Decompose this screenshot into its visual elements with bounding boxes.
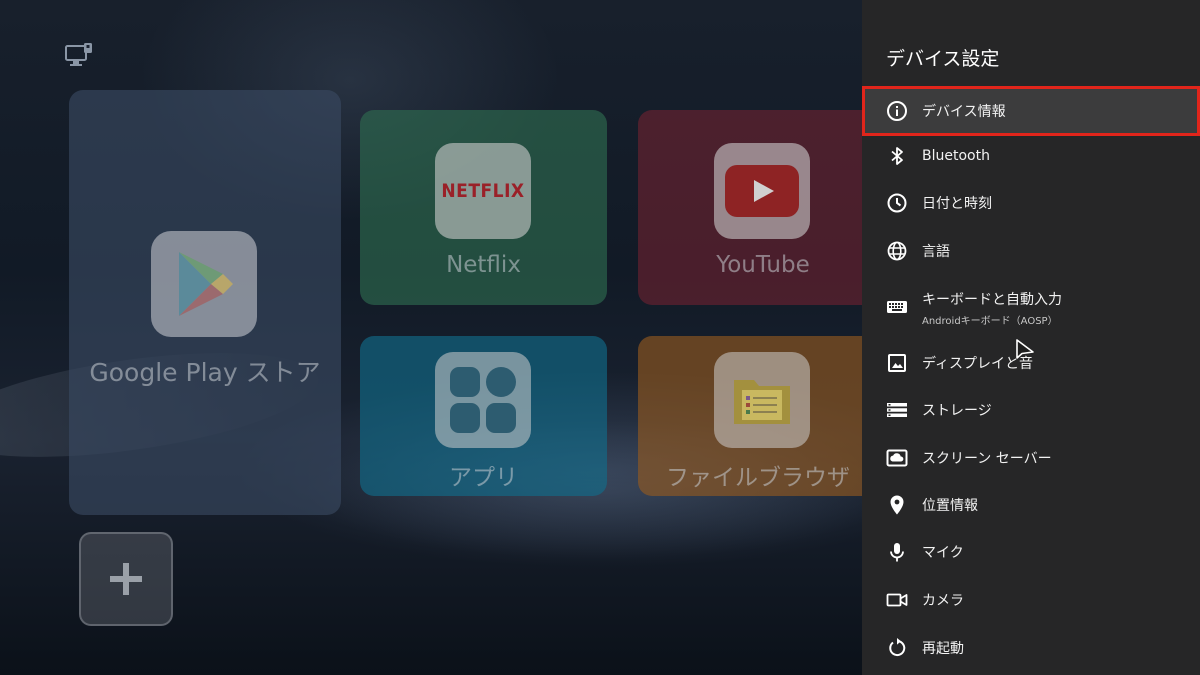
apps-label: アプリ bbox=[449, 465, 518, 491]
storage-icon bbox=[887, 403, 907, 417]
google-play-tile[interactable]: Google Play ストア bbox=[69, 90, 341, 515]
menu-item-label: マイク bbox=[922, 545, 964, 561]
menu-item-label: デバイス情報 bbox=[922, 104, 1006, 120]
menu-item-date-time[interactable]: 日付と時刻 bbox=[862, 179, 1200, 227]
menu-item-keyboard[interactable]: キーボードと自動入力 Androidキーボード（AOSP） bbox=[862, 281, 1200, 333]
google-play-icon bbox=[151, 231, 257, 337]
file-browser-label: ファイルブラウザ bbox=[666, 465, 850, 491]
clock-icon bbox=[887, 193, 907, 213]
keyboard-icon bbox=[887, 301, 907, 313]
apps-grid-icon bbox=[435, 352, 531, 448]
camera-icon bbox=[886, 593, 908, 607]
youtube-tile[interactable]: YouTube bbox=[638, 110, 862, 305]
menu-item-restart[interactable]: 再起動 bbox=[862, 624, 1200, 672]
netflix-icon: NETFLIX bbox=[435, 143, 531, 239]
menu-item-label: 言語 bbox=[922, 244, 950, 260]
menu-item-label: Bluetooth bbox=[922, 148, 990, 164]
bluetooth-icon bbox=[891, 147, 903, 165]
menu-item-location[interactable]: 位置情報 bbox=[862, 481, 1200, 529]
menu-item-label: ストレージ bbox=[922, 403, 992, 419]
menu-item-label: スクリーン セーバー bbox=[922, 451, 1052, 467]
menu-item-storage[interactable]: ストレージ bbox=[862, 386, 1200, 434]
menu-item-label: カメラ bbox=[922, 593, 964, 609]
netflix-logo: NETFLIX bbox=[441, 180, 525, 202]
menu-item-sublabel: Androidキーボード（AOSP） bbox=[922, 316, 1058, 327]
input-source-icon[interactable] bbox=[64, 42, 94, 70]
youtube-label: YouTube bbox=[716, 252, 810, 278]
menu-item-microphone[interactable]: マイク bbox=[862, 528, 1200, 576]
location-icon bbox=[890, 495, 904, 515]
youtube-icon bbox=[714, 143, 810, 239]
file-browser-tile[interactable]: ファイルブラウザ bbox=[638, 336, 862, 496]
menu-item-bluetooth[interactable]: Bluetooth bbox=[862, 132, 1200, 180]
menu-item-device-info[interactable]: デバイス情報 bbox=[862, 86, 1200, 136]
menu-item-screensaver[interactable]: スクリーン セーバー bbox=[862, 434, 1200, 482]
home-screen: Google Play ストア NETFLIX Netflix YouTube bbox=[0, 0, 862, 675]
file-browser-icon bbox=[714, 352, 810, 448]
apps-tile[interactable]: アプリ bbox=[360, 336, 607, 496]
google-play-label: Google Play ストア bbox=[89, 358, 321, 387]
plus-icon bbox=[110, 563, 142, 595]
menu-item-camera[interactable]: カメラ bbox=[862, 576, 1200, 624]
menu-item-label: キーボードと自動入力 bbox=[922, 292, 1062, 308]
netflix-label: Netflix bbox=[446, 252, 521, 278]
screensaver-icon bbox=[886, 449, 908, 467]
panel-title: デバイス設定 bbox=[886, 48, 1000, 70]
restart-icon bbox=[889, 638, 906, 657]
globe-icon bbox=[887, 241, 907, 261]
mic-icon bbox=[890, 543, 904, 562]
menu-item-label: 位置情報 bbox=[922, 498, 978, 514]
menu-item-label: 日付と時刻 bbox=[922, 196, 992, 212]
netflix-tile[interactable]: NETFLIX Netflix bbox=[360, 110, 607, 305]
menu-item-label: 再起動 bbox=[922, 641, 964, 657]
mouse-cursor bbox=[1016, 339, 1034, 359]
image-icon bbox=[888, 354, 906, 372]
menu-item-language[interactable]: 言語 bbox=[862, 227, 1200, 275]
info-icon bbox=[887, 101, 907, 121]
add-app-button[interactable] bbox=[79, 532, 173, 626]
